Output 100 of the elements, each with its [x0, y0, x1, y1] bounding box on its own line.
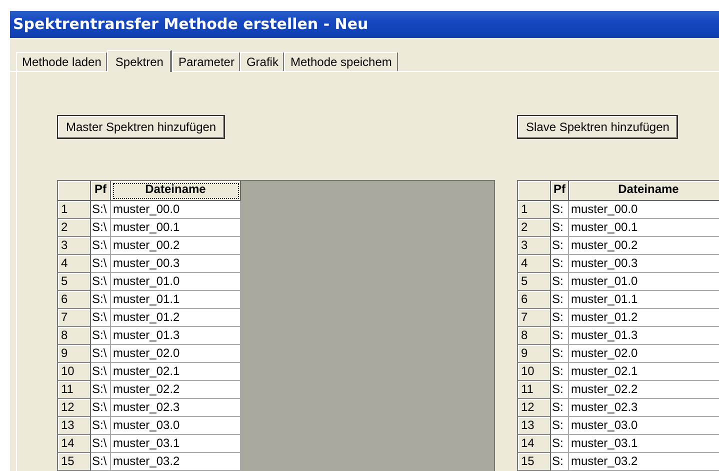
row-header: 5 — [58, 273, 91, 291]
add-button[interactable]: Slave Spektren hinzufügen — [517, 115, 678, 139]
table-cell: S:\ — [91, 417, 111, 435]
row-header: 6 — [518, 291, 551, 309]
table-cell: muster_03.2 — [111, 453, 241, 471]
add-button[interactable]: Master Spektren hinzufügen — [57, 115, 226, 139]
table-cell: muster_03.0 — [569, 417, 719, 435]
table-cell: muster_02.0 — [111, 345, 241, 363]
column-header[interactable]: Dateiname — [569, 181, 719, 201]
row-header: 8 — [518, 327, 551, 345]
table-cell: S: — [551, 291, 569, 309]
row-header: 13 — [58, 417, 91, 435]
table-cell: muster_03.1 — [569, 435, 719, 453]
table-cell: muster_01.2 — [111, 309, 241, 327]
table-cell: muster_02.3 — [111, 399, 241, 417]
row-header: 6 — [58, 291, 91, 309]
row-header: 12 — [58, 399, 91, 417]
table-cell: muster_01.2 — [569, 309, 719, 327]
table-cell: muster_01.3 — [111, 327, 241, 345]
row-header: 13 — [518, 417, 551, 435]
row-header: 7 — [58, 309, 91, 327]
row-header: 5 — [518, 273, 551, 291]
table-cell: S: — [551, 399, 569, 417]
tab[interactable]: Parameter — [172, 52, 240, 71]
table-cell: S:\ — [91, 381, 111, 399]
table-cell: muster_00.3 — [111, 255, 241, 273]
table-cell: muster_00.1 — [111, 219, 241, 237]
row-header: 14 — [518, 435, 551, 453]
table-cell: S:\ — [91, 255, 111, 273]
table-cell: muster_00.0 — [111, 201, 241, 219]
table-cell: S: — [551, 417, 569, 435]
table-cell: S: — [551, 435, 569, 453]
table-cell: S: — [551, 345, 569, 363]
table-cell: S: — [551, 453, 569, 471]
table-cell: S:\ — [91, 291, 111, 309]
table-cell: muster_03.0 — [111, 417, 241, 435]
row-header: 12 — [518, 399, 551, 417]
table-cell: muster_02.1 — [111, 363, 241, 381]
table-cell: muster_03.2 — [569, 453, 719, 471]
table-cell: muster_00.0 — [569, 201, 719, 219]
tab[interactable]: Methode speichem — [284, 52, 398, 71]
table-cell: S:\ — [91, 237, 111, 255]
row-header: 9 — [518, 345, 551, 363]
table-cell: muster_01.3 — [569, 327, 719, 345]
table-cell: muster_01.1 — [111, 291, 241, 309]
table-cell: S:\ — [91, 201, 111, 219]
row-header: 2 — [518, 219, 551, 237]
table-cell: S:\ — [91, 399, 111, 417]
table-cell: S:\ — [91, 219, 111, 237]
tab[interactable]: Grafik — [240, 52, 284, 71]
table-cell: S:\ — [91, 435, 111, 453]
table-cell: S:\ — [91, 273, 111, 291]
table-cell: S:\ — [91, 363, 111, 381]
table-cell: S:\ — [91, 327, 111, 345]
row-header: 11 — [518, 381, 551, 399]
column-header[interactable]: Pf — [551, 181, 569, 201]
table-cell: muster_01.0 — [111, 273, 241, 291]
table-cell: muster_00.3 — [569, 255, 719, 273]
window-title: Spektrentransfer Methode erstellen - Neu — [10, 11, 719, 38]
corner-header — [58, 181, 91, 201]
table-cell: muster_02.1 — [569, 363, 719, 381]
table-cell: S: — [551, 201, 569, 219]
row-header: 14 — [58, 435, 91, 453]
row-header: 3 — [518, 237, 551, 255]
table-cell: S: — [551, 363, 569, 381]
table-cell: S: — [551, 381, 569, 399]
table-cell: S:\ — [91, 453, 111, 471]
tab[interactable]: Methode laden — [16, 52, 108, 71]
table-cell: muster_02.0 — [569, 345, 719, 363]
corner-header — [518, 181, 551, 201]
row-header: 15 — [518, 453, 551, 471]
column-header[interactable]: Pf — [91, 181, 111, 201]
table-cell: muster_02.3 — [569, 399, 719, 417]
row-header: 2 — [58, 219, 91, 237]
row-header: 1 — [58, 201, 91, 219]
row-header: 10 — [518, 363, 551, 381]
tab[interactable]: Spektren — [107, 50, 172, 72]
table-cell: muster_01.0 — [569, 273, 719, 291]
table-cell: S: — [551, 219, 569, 237]
table-cell: muster_00.2 — [111, 237, 241, 255]
row-header: 8 — [58, 327, 91, 345]
row-header: 3 — [58, 237, 91, 255]
row-header: 4 — [518, 255, 551, 273]
row-header: 15 — [58, 453, 91, 471]
row-header: 1 — [518, 201, 551, 219]
table-cell: muster_02.2 — [569, 381, 719, 399]
row-header: 7 — [518, 309, 551, 327]
table-cell: S:\ — [91, 345, 111, 363]
table-cell: muster_01.1 — [569, 291, 719, 309]
table-cell: S: — [551, 273, 569, 291]
table-cell: S: — [551, 255, 569, 273]
table-cell: muster_00.2 — [569, 237, 719, 255]
table-cell: S: — [551, 327, 569, 345]
row-header: 10 — [58, 363, 91, 381]
table-cell: muster_00.1 — [569, 219, 719, 237]
table-cell: S: — [551, 237, 569, 255]
column-header[interactable]: Dateiname — [111, 181, 241, 201]
table-cell: muster_03.1 — [111, 435, 241, 453]
table-cell: S:\ — [91, 309, 111, 327]
table-cell: S: — [551, 309, 569, 327]
